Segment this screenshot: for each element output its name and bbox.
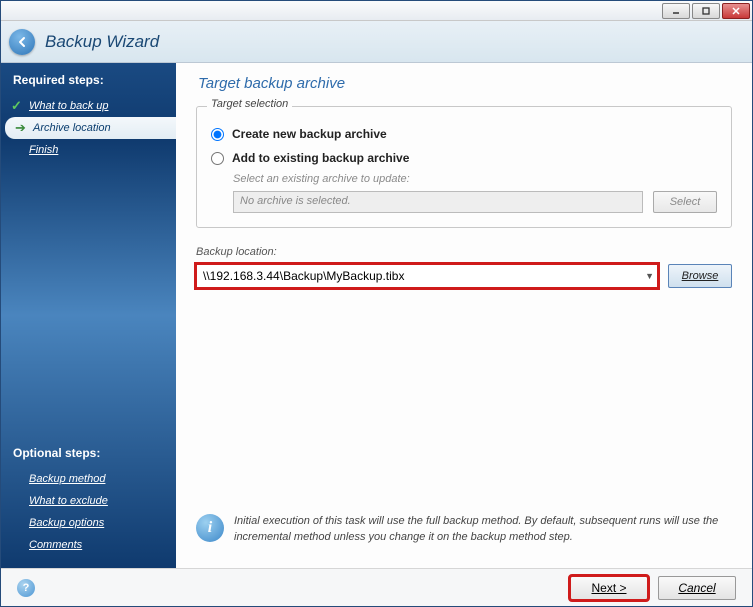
sidebar-item-comments[interactable]: Comments [1,534,176,556]
sidebar-item-what-to-exclude[interactable]: What to exclude [1,490,176,512]
backup-location-row: ▼ Browse [196,264,732,288]
main-panel: Target backup archive Target selection C… [176,63,752,568]
sidebar-item-backup-options[interactable]: Backup options [1,512,176,534]
sidebar-item-archive-location[interactable]: ➔ Archive location [5,117,176,139]
help-button[interactable]: ? [17,579,35,597]
sidebar-item-label: Archive location [33,122,111,134]
header: Backup Wizard [1,21,752,63]
sidebar-required-heading: Required steps: [1,69,176,95]
sidebar-optional: Optional steps: Backup method What to ex… [1,442,176,568]
sidebar-item-label: Comments [29,539,82,551]
select-archive-hint: Select an existing archive to update: [233,173,717,185]
wizard-window: Backup Wizard Required steps: ✓ What to … [0,0,753,607]
radio-create-new[interactable]: Create new backup archive [211,127,717,141]
sidebar-item-label: What to exclude [29,495,108,507]
archive-display: No archive is selected. [233,191,643,213]
check-icon: ✓ [11,98,22,114]
cancel-button[interactable]: Cancel [658,576,736,600]
sidebar: Required steps: ✓ What to back up ➔ Arch… [1,63,176,568]
sidebar-item-label: What to back up [29,100,109,112]
sidebar-item-label: Backup options [29,517,104,529]
select-archive-button: Select [653,191,717,213]
page-title: Target backup archive [196,75,732,92]
sidebar-item-label: Backup method [29,473,105,485]
sidebar-item-finish[interactable]: Finish [1,139,176,161]
footer: ? Next > Cancel [1,568,752,606]
arrow-icon: ➔ [15,120,26,136]
radio-add-existing[interactable]: Add to existing backup archive [211,151,717,165]
sidebar-spacer [1,161,176,442]
sidebar-item-label: Finish [29,144,58,156]
titlebar [1,1,752,21]
sidebar-item-what-to-backup[interactable]: ✓ What to back up [1,95,176,117]
backup-location-label: Backup location: [196,246,732,258]
minimize-button[interactable] [662,3,690,19]
maximize-button[interactable] [692,3,720,19]
sidebar-item-backup-method[interactable]: Backup method [1,468,176,490]
select-archive-row: No archive is selected. Select [233,191,717,213]
back-button[interactable] [9,29,35,55]
target-selection-group: Target selection Create new backup archi… [196,106,732,228]
radio-create-label: Create new backup archive [232,127,387,141]
next-button[interactable]: Next > [570,576,648,600]
info-icon: i [196,514,224,542]
sidebar-optional-heading: Optional steps: [1,442,176,468]
radio-add-label: Add to existing backup archive [232,151,409,165]
header-title: Backup Wizard [45,32,159,52]
info-row: i Initial execution of this task will us… [196,506,732,558]
fieldset-legend: Target selection [207,98,292,110]
close-button[interactable] [722,3,750,19]
browse-button[interactable]: Browse [668,264,732,288]
info-text: Initial execution of this task will use … [234,514,732,546]
backup-location-input-wrap: ▼ [196,264,658,288]
radio-add-input[interactable] [211,152,224,165]
body: Required steps: ✓ What to back up ➔ Arch… [1,63,752,568]
backup-location-input[interactable] [196,264,658,288]
radio-create-input[interactable] [211,128,224,141]
